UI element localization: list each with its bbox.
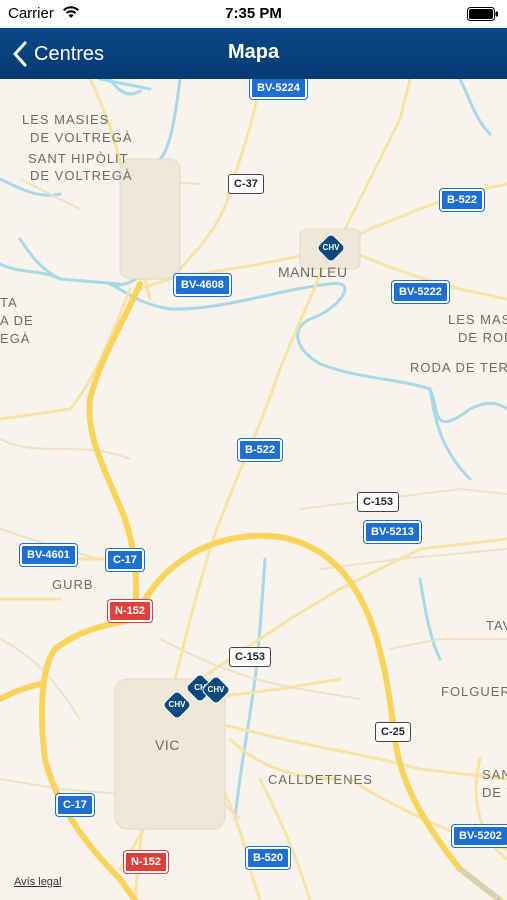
- road-shield-bv-5202: BV-5202: [452, 825, 507, 847]
- navigation-bar: Centres Mapa: [0, 28, 507, 79]
- road-shield-b-520: B-520: [246, 847, 290, 869]
- place-roda-de-ter: RODA DE TER: [410, 360, 507, 375]
- road-shield-c-153-south: C-153: [229, 647, 271, 667]
- place-tav: TAV: [486, 618, 507, 633]
- place-calldetenes: CALLDETENES: [268, 772, 373, 787]
- place-sant-hipolit-line1: SANT HIPÒLIT: [28, 151, 129, 166]
- place-ta: TA: [0, 295, 18, 310]
- road-shield-c-17-south: C-17: [56, 794, 94, 816]
- place-vic: VIC: [155, 737, 180, 753]
- place-gurb: GURB: [52, 577, 94, 592]
- road-shield-bv-4608: BV-4608: [174, 274, 231, 296]
- clock: 7:35 PM: [225, 5, 282, 22]
- map-pin-chv-vic-3[interactable]: CHV: [200, 674, 232, 706]
- road-shield-c-153-north: C-153: [357, 492, 399, 512]
- road-shield-b-522-south: B-522: [238, 439, 282, 461]
- place-de-v: DE V: [482, 785, 507, 800]
- road-shield-n-152-south: N-152: [124, 851, 168, 873]
- place-les-masies-de-voltrega-line1: LES MASIES: [22, 112, 110, 127]
- map-pin-label: CHV: [207, 685, 225, 694]
- place-sant-hipolit-line2: DE VOLTREGÀ: [30, 168, 133, 183]
- road-shield-bv-5213: BV-5213: [364, 521, 421, 543]
- map-pin-label: CHV: [322, 243, 340, 252]
- road-shield-bv-5222: BV-5222: [392, 281, 449, 303]
- map-pin-chv-manlleu[interactable]: CHV: [315, 232, 347, 264]
- place-folguero: FOLGUERO: [441, 684, 507, 699]
- legal-link[interactable]: Avís legal: [14, 876, 62, 888]
- road-shield-bv-5224: BV-5224: [250, 79, 307, 99]
- place-san: SAN: [482, 767, 507, 782]
- place-a-de: A DE: [0, 313, 34, 328]
- road-shield-c-25: C-25: [375, 722, 411, 742]
- road-shield-n-152-north: N-152: [108, 600, 152, 622]
- place-les-masies-de-voltrega-line2: DE VOLTREGÀ: [30, 130, 133, 145]
- road-shield-b-522-north: B-522: [440, 189, 484, 211]
- map-view[interactable]: LES MASIES DE VOLTREGÀ SANT HIPÒLIT DE V…: [0, 79, 507, 900]
- place-manlleu: MANLLEU: [278, 264, 348, 280]
- battery-icon: [467, 7, 498, 21]
- map-base: [0, 79, 507, 900]
- place-ega: EGÀ: [0, 331, 31, 346]
- place-les-masies-de-roda-line2: DE ROD: [458, 330, 507, 345]
- road-shield-c-17-north: C-17: [106, 549, 144, 571]
- road-shield-c-37: C-37: [228, 174, 264, 194]
- place-les-masies-de-roda-line1: LES MASI: [448, 312, 507, 327]
- status-bar: Carrier 7:35 PM: [0, 0, 507, 28]
- road-shield-bv-4601: BV-4601: [20, 544, 77, 566]
- page-title: Mapa: [227, 41, 280, 63]
